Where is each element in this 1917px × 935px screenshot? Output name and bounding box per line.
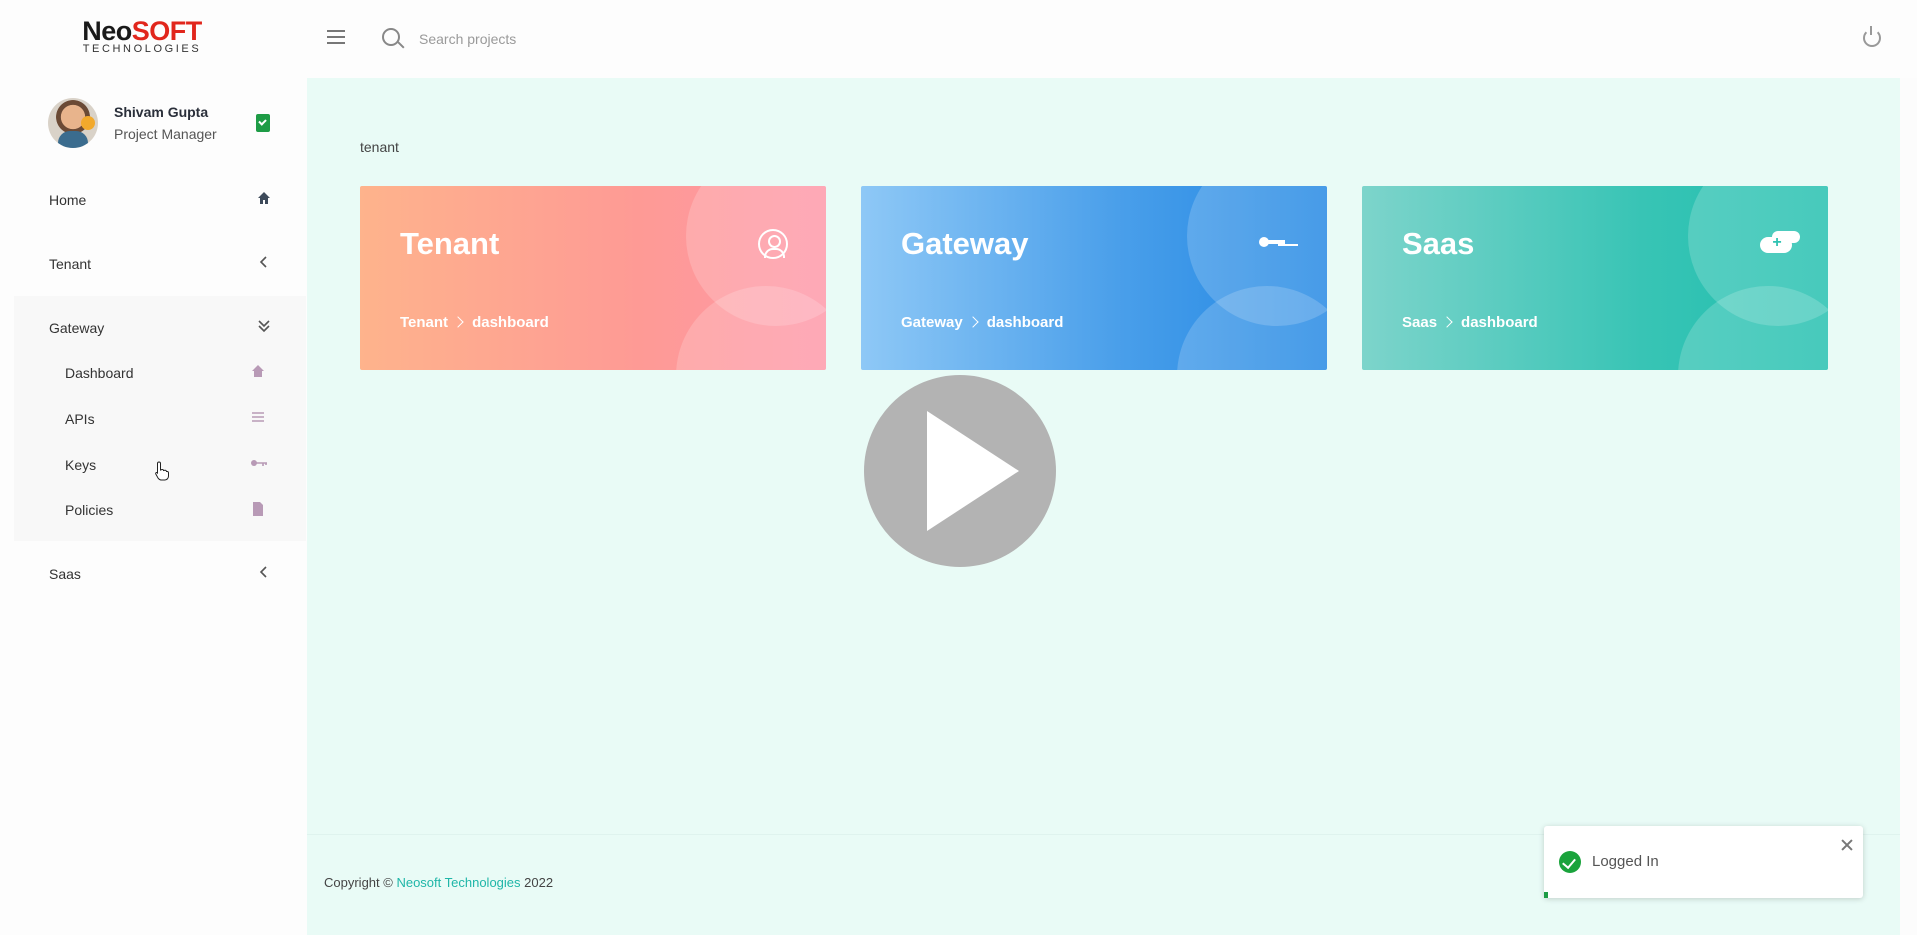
- sidebar: NeoSOFT TECHNOLOGIES Shivam Gupta Projec…: [0, 0, 307, 935]
- chevron-right-icon: [1441, 316, 1453, 328]
- card-crumb-child[interactable]: dashboard: [987, 314, 1064, 331]
- avatar: [48, 98, 98, 148]
- sidebar-subitem-policies[interactable]: Policies: [64, 499, 278, 523]
- card-title: Gateway: [901, 226, 1029, 261]
- home-icon: [250, 364, 266, 380]
- power-icon[interactable]: [1863, 26, 1881, 47]
- card-title: Saas: [1402, 226, 1475, 261]
- close-icon[interactable]: [1840, 838, 1854, 852]
- hand-cursor-icon: [155, 461, 169, 481]
- footer: Copyright © Neosoft Technologies 2022: [324, 875, 553, 890]
- card-title: Tenant: [400, 226, 500, 261]
- card-breadcrumb: Saas dashboard: [1402, 314, 1538, 331]
- sidebar-item-home[interactable]: Home: [48, 189, 278, 213]
- document-icon: [250, 501, 266, 517]
- video-play-button[interactable]: [864, 375, 1056, 567]
- key-icon: [1259, 229, 1289, 259]
- chevron-right-icon: [967, 316, 979, 328]
- toast-message: Logged In: [1592, 853, 1659, 870]
- profile-name: Shivam Gupta: [114, 104, 209, 120]
- profile-role: Project Manager: [114, 126, 217, 142]
- gateway-card[interactable]: Gateway Gateway dashboard: [861, 186, 1327, 370]
- cloud-upload-icon: [1760, 229, 1792, 259]
- sidebar-item-gateway[interactable]: Gateway: [48, 317, 278, 341]
- sidebar-item-label: Tenant: [49, 256, 92, 272]
- list-icon: [250, 410, 266, 426]
- card-crumb-parent[interactable]: Gateway: [901, 314, 963, 331]
- copyright-text: Copyright ©: [324, 875, 397, 890]
- home-icon: [256, 191, 272, 207]
- card-decoration: [676, 286, 826, 370]
- sidebar-item-label: Gateway: [49, 320, 105, 336]
- card-breadcrumb: Gateway dashboard: [901, 314, 1063, 331]
- card-crumb-child[interactable]: dashboard: [472, 314, 549, 331]
- toast-notification: Logged In: [1544, 826, 1863, 898]
- sidebar-subitem-label: Dashboard: [65, 365, 134, 381]
- card-crumb-parent[interactable]: Saas: [1402, 314, 1437, 331]
- topbar: [307, 0, 1917, 78]
- copyright-year: 2022: [520, 875, 554, 890]
- card-breadcrumb: Tenant dashboard: [400, 314, 549, 331]
- sidebar-item-tenant[interactable]: Tenant: [48, 253, 278, 277]
- card-crumb-child[interactable]: dashboard: [1461, 314, 1538, 331]
- breadcrumb: tenant: [360, 139, 399, 155]
- logo-text: NeoSOFT: [82, 17, 202, 45]
- chevron-left-icon: [256, 565, 272, 581]
- company-logo[interactable]: NeoSOFT TECHNOLOGIES: [82, 17, 202, 55]
- tenant-card[interactable]: Tenant Tenant dashboard: [360, 186, 826, 370]
- double-chevron-down-icon: [256, 319, 272, 335]
- sidebar-subitem-keys[interactable]: Keys: [64, 454, 278, 478]
- key-icon: [250, 456, 267, 472]
- logo-neo: Neo: [82, 16, 132, 46]
- chevron-right-icon: [452, 316, 464, 328]
- sidebar-subitem-label: Policies: [65, 502, 114, 518]
- toast-accent: [1544, 892, 1548, 898]
- logo-subtitle: TECHNOLOGIES: [82, 43, 202, 55]
- sidebar-item-saas[interactable]: Saas: [48, 563, 278, 587]
- sidebar-subitem-dashboard[interactable]: Dashboard: [64, 362, 278, 386]
- hamburger-menu-icon[interactable]: [327, 30, 345, 44]
- saas-card[interactable]: Saas Saas dashboard: [1362, 186, 1828, 370]
- main-content: tenant Tenant Tenant dashboard Gateway Ga…: [307, 78, 1900, 935]
- card-decoration: [1678, 286, 1828, 370]
- sidebar-subitem-label: APIs: [65, 411, 95, 427]
- search-icon[interactable]: [382, 28, 400, 46]
- card-crumb-parent[interactable]: Tenant: [400, 314, 448, 331]
- sidebar-item-label: Saas: [49, 566, 81, 582]
- sidebar-item-label: Home: [49, 192, 87, 208]
- sidebar-subitem-apis[interactable]: APIs: [64, 408, 278, 432]
- card-decoration: [1177, 286, 1327, 370]
- footer-brand-link[interactable]: Neosoft Technologies: [396, 875, 520, 890]
- user-profile[interactable]: Shivam Gupta Project Manager: [48, 96, 278, 150]
- logo-soft: SOFT: [131, 16, 203, 46]
- search-input[interactable]: [417, 26, 721, 52]
- bookmark-icon[interactable]: [256, 114, 270, 132]
- sidebar-subitem-label: Keys: [65, 457, 97, 473]
- user-circle-icon: [758, 229, 788, 259]
- check-circle-icon: [1559, 851, 1581, 873]
- chevron-left-icon: [256, 255, 272, 271]
